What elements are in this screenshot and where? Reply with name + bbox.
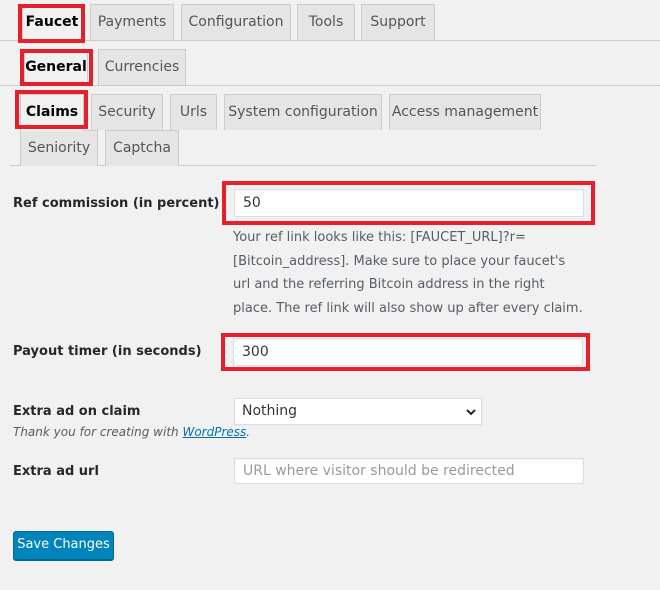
footer-thanks-text: Thank you for creating with (13, 425, 183, 439)
save-changes-button[interactable]: Save Changes (13, 531, 114, 560)
tab-urls[interactable]: Urls (170, 94, 217, 130)
chevron-down-icon (466, 409, 476, 416)
tab-captcha[interactable]: Captcha (105, 130, 179, 166)
wordpress-link[interactable]: WordPress (182, 425, 246, 439)
ref-commission-input[interactable] (234, 189, 584, 217)
extra-ad-claim-select[interactable]: Nothing (234, 398, 482, 425)
payout-timer-input[interactable] (233, 338, 583, 366)
ref-commission-label: Ref commission (in percent) (13, 196, 220, 211)
tab-support[interactable]: Support (361, 4, 435, 40)
tab-claims[interactable]: Claims (20, 94, 84, 131)
tab-payments[interactable]: Payments (90, 4, 174, 40)
tab-access-management[interactable]: Access management (389, 94, 541, 130)
tab-row-1-line (0, 40, 660, 41)
extra-ad-url-label: Extra ad url (13, 464, 99, 479)
tab-row-2-line (0, 85, 660, 86)
extra-ad-claim-label: Extra ad on claim (13, 404, 141, 419)
tab-general[interactable]: General (24, 49, 88, 86)
tab-currencies[interactable]: Currencies (98, 49, 186, 85)
tab-security[interactable]: Security (91, 94, 163, 130)
ref-commission-description: Your ref link looks like this: [FAUCET_U… (233, 230, 583, 316)
tab-seniority[interactable]: Seniority (20, 130, 98, 166)
tab-configuration[interactable]: Configuration (181, 4, 291, 40)
tab-faucet[interactable]: Faucet (22, 4, 82, 41)
footer-thanks-suffix: . (246, 425, 251, 439)
footer-thanks: Thank you for creating with WordPress. (13, 425, 250, 439)
extra-ad-claim-selected: Nothing (242, 403, 298, 419)
extra-ad-url-input[interactable] (234, 458, 584, 484)
tab-tools[interactable]: Tools (297, 4, 355, 40)
tab-system-configuration[interactable]: System configuration (224, 94, 382, 130)
payout-timer-label: Payout timer (in seconds) (13, 344, 202, 359)
